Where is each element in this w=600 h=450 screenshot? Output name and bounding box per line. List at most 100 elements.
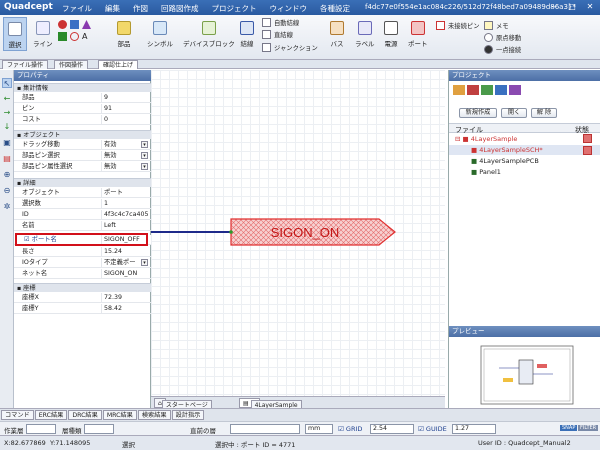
line-tool-button[interactable]: ライン bbox=[33, 21, 53, 48]
maximize-button[interactable]: □ bbox=[564, 1, 580, 13]
tree-label: 4LayerSamplePCB bbox=[479, 157, 539, 165]
label-button[interactable]: ラベル bbox=[355, 21, 375, 48]
preview-thumbnail[interactable] bbox=[449, 338, 600, 408]
menu-project[interactable]: プロジェクト bbox=[212, 3, 257, 14]
bus-label: バス bbox=[330, 40, 344, 48]
junction-button[interactable]: ジャンクション bbox=[262, 43, 318, 52]
circle-icon[interactable] bbox=[58, 20, 67, 29]
arc-icon[interactable] bbox=[70, 32, 79, 41]
section-object[interactable]: ▪ オブジェクト bbox=[14, 130, 151, 139]
power-icon bbox=[384, 21, 398, 35]
prop-value[interactable]: 72.39 bbox=[101, 293, 151, 303]
project-title: プロジェクト bbox=[449, 70, 600, 81]
dropdown-arrow-icon[interactable]: ▾ bbox=[141, 141, 148, 148]
close-button[interactable]: ✕ bbox=[582, 1, 598, 13]
grid-select[interactable]: 2.54 bbox=[370, 424, 414, 434]
pcb-icon[interactable] bbox=[481, 85, 493, 95]
layer-type-select[interactable] bbox=[84, 424, 114, 434]
settings-icon[interactable]: ✲ bbox=[2, 202, 12, 212]
zoom-out-icon[interactable]: ⊖ bbox=[2, 186, 12, 196]
tab-command[interactable]: コマンド bbox=[1, 410, 34, 420]
menu-draw[interactable]: 作図 bbox=[133, 3, 148, 14]
menu-window[interactable]: ウィンドウ bbox=[270, 3, 308, 14]
tab-start-page[interactable]: ⌂ スタートページ bbox=[154, 398, 212, 410]
memo-button[interactable]: メモ bbox=[484, 21, 509, 30]
pointer-icon[interactable]: ↖ bbox=[2, 78, 12, 88]
filter-button[interactable]: FILTER bbox=[578, 425, 599, 431]
tree-item-schematic[interactable]: ■ 4LayerSampleSCH* bbox=[449, 145, 600, 155]
work-layer-label: 作業層 bbox=[4, 427, 24, 435]
down-icon[interactable]: ↓ bbox=[2, 122, 12, 132]
guide-select[interactable]: 1.27 bbox=[452, 424, 496, 434]
no-connect-pin-button[interactable]: 未接続ピン bbox=[436, 21, 479, 30]
prop-row: 座標X 72.39 bbox=[14, 293, 151, 303]
tab-search[interactable]: 検索結果 bbox=[137, 410, 171, 420]
tab-file-ops[interactable]: ファイル操作 bbox=[2, 60, 49, 69]
rect-icon[interactable] bbox=[70, 20, 79, 29]
section-detail[interactable]: ▪ 詳細 bbox=[14, 178, 151, 187]
direct-wire-button[interactable]: 直結線 bbox=[262, 30, 293, 39]
power-button[interactable]: 電源 bbox=[384, 21, 398, 48]
origin-move-button[interactable]: 原点移動 bbox=[484, 33, 521, 42]
prop-row: ID 4f3c4c7ca405 bbox=[14, 210, 151, 220]
select-tool-button[interactable]: 選択 bbox=[3, 17, 27, 51]
panel-icon[interactable] bbox=[509, 85, 521, 95]
section-totals[interactable]: ▪ 集計情報 bbox=[14, 83, 151, 92]
library-icon[interactable] bbox=[495, 85, 507, 95]
tree-item-project[interactable]: ⊟ ■ 4LayerSample bbox=[455, 134, 517, 144]
save-icon[interactable]: ▣ bbox=[2, 138, 12, 148]
section-coord[interactable]: ▪ 座標 bbox=[14, 283, 151, 292]
forward-icon[interactable]: → bbox=[2, 108, 12, 118]
prev-layer-select[interactable] bbox=[230, 424, 300, 434]
menu-schematic[interactable]: 回路図作成 bbox=[161, 3, 199, 14]
tab-design[interactable]: 設計指示 bbox=[171, 410, 205, 420]
back-icon[interactable]: ← bbox=[2, 94, 12, 104]
symbol-button[interactable]: シンボル bbox=[147, 21, 173, 48]
wire-button[interactable]: 結線 bbox=[240, 21, 254, 48]
snap-button[interactable]: SNAP bbox=[560, 425, 578, 431]
zoom-in-icon[interactable]: ⊕ bbox=[2, 170, 12, 180]
menu-edit[interactable]: 編集 bbox=[105, 3, 120, 14]
menu-settings[interactable]: 各種設定 bbox=[320, 3, 350, 14]
tab-sheet[interactable]: ▤ 4LayerSample ✕ bbox=[239, 398, 302, 410]
dropdown-arrow-icon[interactable]: ▾ bbox=[141, 163, 148, 170]
unit-select[interactable]: mm bbox=[305, 424, 333, 434]
tree-item-panel[interactable]: ■ Panel1 bbox=[471, 167, 501, 177]
new-project-button[interactable]: 新規作成 bbox=[459, 108, 497, 118]
tree-item-pcb[interactable]: ■ 4LayerSamplePCB bbox=[471, 156, 539, 166]
parts-button[interactable]: 部品 bbox=[117, 21, 131, 48]
bus-button[interactable]: バス bbox=[330, 21, 344, 48]
open-button[interactable]: 開く bbox=[501, 108, 527, 118]
dropdown-arrow-icon[interactable]: ▾ bbox=[141, 259, 148, 266]
dropdown-arrow-icon[interactable]: ▾ bbox=[141, 152, 148, 159]
release-button[interactable]: 解 除 bbox=[531, 108, 557, 118]
output-tabs: コマンド ERC結果 DRC結果 MRC結果 検索結果 設計指示 bbox=[0, 408, 600, 421]
tab-confirm[interactable]: 確認仕上げ bbox=[98, 60, 139, 69]
text-icon[interactable]: A bbox=[82, 32, 91, 41]
folder-icon[interactable] bbox=[453, 85, 465, 95]
guide-label: GUIDE bbox=[425, 425, 447, 433]
schematic-icon[interactable] bbox=[467, 85, 479, 95]
polygon-icon[interactable] bbox=[58, 32, 67, 41]
grid-checkbox[interactable]: ☑ GRID bbox=[338, 425, 362, 433]
tab-draw-ops[interactable]: 作図操作 bbox=[54, 60, 89, 69]
prop-value[interactable]: 58.42 bbox=[101, 304, 151, 314]
minimize-button[interactable]: ‒ bbox=[546, 1, 562, 13]
tab-drc[interactable]: DRC結果 bbox=[68, 410, 102, 420]
work-layer-select[interactable] bbox=[26, 424, 56, 434]
prop-value[interactable]: 15.24 bbox=[101, 247, 151, 257]
schematic-canvas[interactable]: SIGON_ON bbox=[151, 70, 445, 396]
device-block-button[interactable]: デバイスブロック bbox=[183, 21, 235, 48]
triangle-icon[interactable] bbox=[82, 20, 91, 29]
title-bar: Quadcept ファイル 編集 作図 回路図作成 プロジェクト ウィンドウ 各… bbox=[0, 0, 600, 15]
port-button[interactable]: ポート bbox=[408, 21, 428, 48]
tab-mrc[interactable]: MRC結果 bbox=[102, 410, 137, 420]
tab-erc[interactable]: ERC結果 bbox=[34, 410, 68, 420]
auto-wire-button[interactable]: 自動結線 bbox=[262, 18, 299, 27]
single-point-button[interactable]: 一点接続 bbox=[484, 45, 521, 54]
delete-icon[interactable]: ▤ bbox=[2, 154, 12, 164]
guide-checkbox[interactable]: ☑ GUIDE bbox=[418, 425, 447, 433]
menu-file[interactable]: ファイル bbox=[62, 3, 92, 14]
direct-wire-icon bbox=[262, 30, 271, 39]
prop-row: 座標Y 58.42 bbox=[14, 304, 151, 314]
